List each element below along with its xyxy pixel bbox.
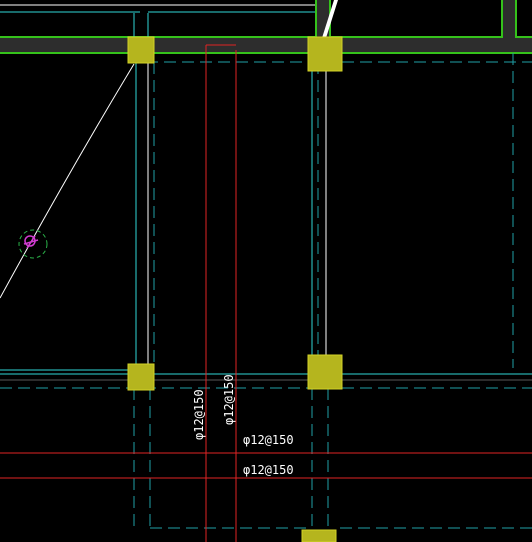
- column-mid-right[interactable]: [307, 354, 343, 390]
- column-bottom[interactable]: [301, 529, 337, 542]
- column-top-left[interactable]: [127, 36, 155, 64]
- rebar-label-horizontal-upper[interactable]: φ12@150: [243, 433, 294, 447]
- top-beam-body: [0, 37, 532, 53]
- rebar-label-horizontal-lower[interactable]: φ12@150: [243, 463, 294, 477]
- rebar-label-vertical-right[interactable]: φ12@150: [222, 374, 236, 425]
- cad-canvas[interactable]: φ12@150 φ12@150 φ12@150 φ12@150: [0, 0, 532, 542]
- canvas-background: [0, 0, 532, 542]
- cad-drawing-viewport[interactable]: φ12@150 φ12@150 φ12@150 φ12@150: [0, 0, 532, 542]
- column-top-right[interactable]: [307, 36, 343, 72]
- rebar-label-vertical-left[interactable]: φ12@150: [192, 389, 206, 440]
- beam-stub-upper-right: [502, 0, 516, 38]
- column-mid-left[interactable]: [127, 363, 155, 391]
- beam-stub-upper-mid: [316, 0, 330, 38]
